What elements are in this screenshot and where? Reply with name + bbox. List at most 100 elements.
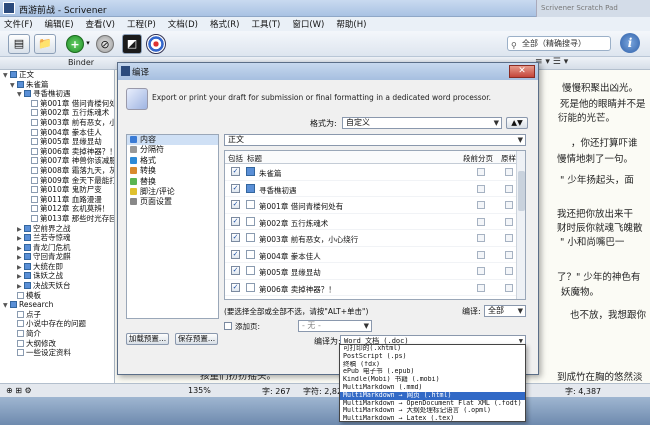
- binder-item[interactable]: ▼ 朱雀篇: [0, 80, 114, 90]
- inspector-info-icon[interactable]: i: [620, 33, 640, 53]
- editor-text-line[interactable]: ，你还打算吓谁: [571, 135, 638, 149]
- compile-format-option[interactable]: 可打印的(.xhtml): [340, 345, 525, 353]
- menu-item[interactable]: 工具(T): [252, 18, 281, 30]
- compile-format-option[interactable]: 终稿 (fdx): [340, 361, 525, 369]
- add-page-checkbox[interactable]: [224, 322, 232, 330]
- header-pagebreak[interactable]: 段前分页: [463, 153, 493, 164]
- save-preset-button[interactable]: 保存预置...: [175, 333, 218, 345]
- table-row[interactable]: ✓ 第004章 豢本佳人: [225, 247, 525, 263]
- editor-text-line[interactable]: 也不放，我想跟你: [570, 307, 646, 321]
- editor-text-line[interactable]: 衍能的光芒。: [558, 110, 615, 124]
- format-toggle-button[interactable]: ▲▼: [506, 117, 528, 129]
- menu-item[interactable]: 窗口(W): [292, 18, 324, 30]
- table-row[interactable]: ✓ 朱雀篇: [225, 164, 525, 181]
- pagebreak-checkbox[interactable]: [477, 168, 485, 176]
- binder-item[interactable]: 点子: [0, 310, 114, 320]
- search-input[interactable]: ⚲ 全部（精确搜寻）: [507, 36, 611, 51]
- binder-item[interactable]: ▼ Research: [0, 300, 114, 310]
- menu-item[interactable]: 文档(D): [168, 18, 198, 30]
- binder-item[interactable]: 第011章 血路漫漫: [0, 195, 114, 205]
- include-checkbox[interactable]: ✓: [231, 167, 240, 176]
- binder-item[interactable]: 第013章 那些时光存回不去: [0, 214, 114, 224]
- dialog-close-button[interactable]: ✕: [509, 65, 535, 78]
- compile-format-option[interactable]: PostScript (.ps): [340, 353, 525, 361]
- include-checkbox[interactable]: ✓: [231, 282, 240, 292]
- pagebreak-checkbox[interactable]: [477, 283, 485, 292]
- binder-item[interactable]: 模板: [0, 291, 114, 301]
- table-row[interactable]: ✓ 第006章 卖掉神器？！: [225, 280, 525, 296]
- binder-item[interactable]: 第012章 玄机莫辨！: [0, 204, 114, 214]
- compile-format-option[interactable]: MultiMarkdown → Latex (.tex): [340, 415, 525, 423]
- as-is-checkbox[interactable]: [505, 234, 513, 242]
- as-is-checkbox[interactable]: [505, 217, 513, 226]
- include-checkbox[interactable]: ✓: [231, 216, 240, 226]
- binder-item[interactable]: 大纲修改: [0, 339, 114, 349]
- binder-item[interactable]: ▼ 正文: [0, 70, 114, 80]
- binder-item[interactable]: ▶ 守回青龙麒: [0, 252, 114, 262]
- include-checkbox[interactable]: ✓: [231, 233, 240, 242]
- binder-item[interactable]: 简介: [0, 329, 114, 339]
- include-checkbox[interactable]: ✓: [231, 266, 240, 275]
- binder-item[interactable]: ▶ 青龙门危机: [0, 243, 114, 253]
- compile-as-dropdown-list[interactable]: 可打印的(.xhtml) PostScript (.ps) 终稿 (fdx) ePub…: [339, 344, 526, 422]
- binder-item[interactable]: 第008章 霜落九天，灰飞烟灭: [0, 166, 114, 176]
- compile-format-option[interactable]: MultiMarkdown → 网页 (.html): [340, 391, 525, 400]
- binder-item[interactable]: 一些设定资料: [0, 348, 114, 358]
- compile-format-option[interactable]: Kindle(Mobi) 书籍 (.mobi): [340, 376, 525, 384]
- contents-table[interactable]: 包括 标题 段前分页 原样 ✓ 朱雀篇 ✓ 寻香樵初遇 ✓ 第001章 借问青楼何处有 ✓ 第…: [224, 150, 526, 300]
- binder-item[interactable]: 第005章 显缘显劫: [0, 137, 114, 147]
- editor-text-line[interactable]: 我还把你放出来干: [557, 206, 633, 220]
- include-checkbox[interactable]: ✓: [231, 200, 240, 209]
- compile-section-item[interactable]: 内容: [127, 135, 218, 146]
- binder-item[interactable]: 第003章 前有恶女，小心绕行: [0, 118, 114, 128]
- editor-text-line[interactable]: 到成竹在胸的悠然淡: [557, 369, 643, 383]
- zoom-level[interactable]: 135%: [188, 386, 211, 395]
- add-document-icon[interactable]: +: [66, 35, 84, 53]
- project-targets-icon[interactable]: [146, 34, 166, 54]
- table-row[interactable]: ✓ 第001章 借问青楼何处有: [225, 197, 525, 214]
- compile-format-option[interactable]: ePub 电子书 (.epub): [340, 368, 525, 376]
- header-as-is[interactable]: 原样: [501, 153, 516, 164]
- menu-item[interactable]: 文件(F): [4, 18, 33, 30]
- compile-format-option[interactable]: MultiMarkdown → OpenDocument Flat XML (.…: [340, 400, 525, 408]
- as-is-checkbox[interactable]: [505, 283, 513, 292]
- compile-section-item[interactable]: 格式: [127, 156, 218, 166]
- as-is-checkbox[interactable]: [505, 267, 513, 275]
- binder-item[interactable]: 第004章 豢本佳人: [0, 128, 114, 138]
- collections-folder-icon[interactable]: 📁: [34, 34, 56, 54]
- as-is-checkbox[interactable]: [505, 250, 513, 259]
- table-row[interactable]: ✓ 寻香樵初遇: [225, 181, 525, 197]
- editor-text-line[interactable]: 死是他的眼睛并不是: [560, 96, 646, 110]
- pagebreak-checkbox[interactable]: [477, 250, 485, 259]
- binder-item[interactable]: ▶ 决战天妖台: [0, 281, 114, 291]
- statusbar-add-icon[interactable]: ⊕ ⊞ ⚙: [6, 386, 32, 395]
- binder-item[interactable]: ▶ 空前界之战: [0, 224, 114, 234]
- binder-item[interactable]: 第006章 卖掉神器？！: [0, 147, 114, 157]
- delete-document-icon[interactable]: ⊘: [96, 35, 114, 53]
- table-scrollbar[interactable]: [516, 151, 525, 299]
- compile-format-option[interactable]: MultiMarkdown (.mmd): [340, 384, 525, 392]
- compile-section-item[interactable]: 替换: [127, 177, 218, 187]
- binder-item[interactable]: ▼ 寻香樵初遇: [0, 89, 114, 99]
- binder-item[interactable]: 小说中存在的问题: [0, 319, 114, 329]
- as-is-checkbox[interactable]: [505, 201, 513, 209]
- menu-item[interactable]: 工程(P): [127, 18, 156, 30]
- load-preset-button[interactable]: 加载预置...: [126, 333, 169, 345]
- include-checkbox[interactable]: ✓: [231, 249, 240, 259]
- editor-text-line[interactable]: 慢情地刺了一句。: [557, 151, 633, 165]
- binder-item[interactable]: 第001章 借问青楼何处有: [0, 99, 114, 109]
- menu-item[interactable]: 格式(R): [210, 18, 240, 30]
- compile-section-item[interactable]: 转换: [127, 166, 218, 176]
- pagebreak-checkbox[interactable]: [477, 201, 485, 209]
- binder-item[interactable]: 第009章 金天下最能打的: [0, 176, 114, 186]
- header-include[interactable]: 包括: [228, 153, 243, 164]
- pagebreak-checkbox[interactable]: [477, 267, 485, 275]
- content-source-select[interactable]: 正文 ▼: [224, 134, 526, 146]
- editor-text-line[interactable]: " 小和尚嘴巴一: [560, 234, 624, 248]
- compile-section-item[interactable]: 页面设置: [127, 197, 218, 207]
- compile-format-option[interactable]: MultiMarkdown → 大纲处理标记语言 (.opml): [340, 407, 525, 415]
- binder-panel[interactable]: ▼正文▼朱雀篇▼寻香樵初遇第001章 借问青楼何处有第002章 五行炼魂术第00…: [0, 70, 115, 383]
- pagebreak-checkbox[interactable]: [477, 184, 485, 193]
- editor-text-line[interactable]: 慢慢积聚出凶光。: [562, 80, 638, 94]
- binder-item[interactable]: ▶ 诛妖之战: [0, 271, 114, 281]
